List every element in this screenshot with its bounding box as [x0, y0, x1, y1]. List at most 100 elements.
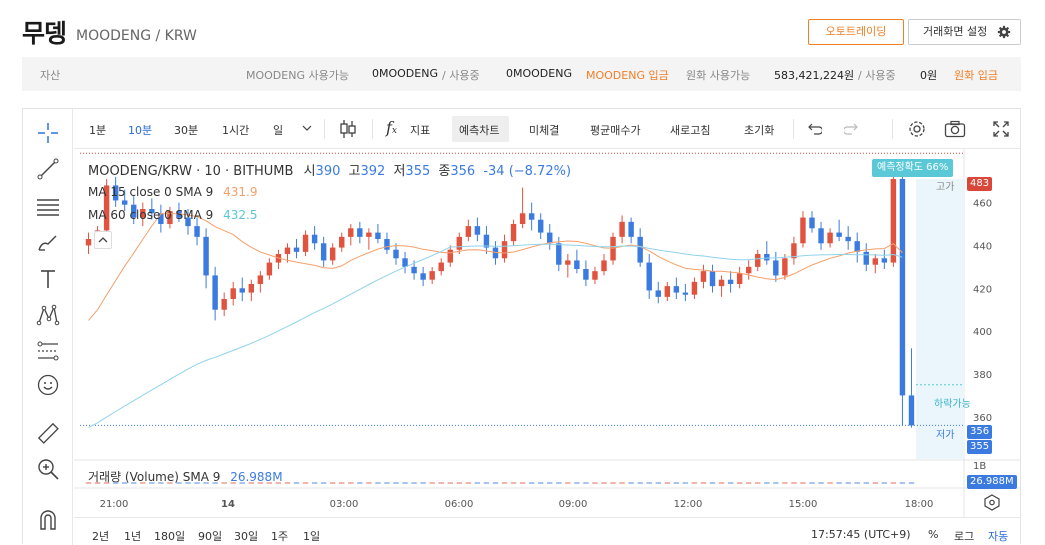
krw-available-label: 원화 사용가능 — [686, 69, 751, 82]
volume-bar — [637, 482, 643, 484]
emoji-icon[interactable] — [36, 373, 60, 397]
volume-bar — [420, 482, 426, 484]
volume-bar — [863, 482, 869, 484]
auto-scale-toggle[interactable]: 자동 — [988, 528, 1008, 544]
candle-body — [809, 217, 815, 229]
forecast-chart-button[interactable]: 예측차트 — [459, 122, 499, 138]
camera-icon[interactable] — [944, 120, 966, 138]
redo-icon[interactable] — [844, 121, 860, 137]
percent-toggle[interactable]: % — [928, 528, 938, 541]
candle-body — [655, 290, 661, 297]
time-tick-label: 15:00 — [789, 499, 818, 510]
chevron-up-icon — [98, 237, 108, 243]
volume-bar — [664, 482, 671, 484]
coin-deposit-link[interactable]: MOODENG 입금 — [586, 67, 669, 83]
legend-high-label: 고 — [348, 164, 361, 179]
candle-body — [302, 234, 309, 252]
volume-bar — [375, 482, 381, 484]
candle-body — [827, 232, 833, 244]
coin-pair: MOODENG / KRW — [76, 28, 197, 44]
unfilled-orders-button[interactable]: 미체결 — [529, 122, 559, 138]
volume-bar — [501, 482, 508, 484]
log-toggle[interactable]: 로그 — [954, 528, 974, 544]
reset-button[interactable]: 초기화 — [744, 122, 774, 138]
possible-drop-chip: 하락가능 — [934, 399, 971, 410]
text-tool-icon[interactable] — [36, 267, 60, 291]
prediction-icon[interactable] — [36, 339, 60, 363]
range-30d[interactable]: 30일 — [234, 528, 258, 544]
interval-30m[interactable]: 30분 — [174, 122, 198, 138]
candle-body — [284, 247, 291, 254]
screen-setting-label: 거래화면 설정 — [923, 25, 988, 38]
range-1d[interactable]: 1일 — [303, 528, 320, 544]
volume-bar — [447, 482, 453, 484]
scale-settings-icon[interactable] — [984, 494, 1000, 511]
volume-bar — [727, 482, 734, 484]
trend-line-icon[interactable] — [36, 157, 60, 181]
candle-body — [194, 226, 200, 237]
candle-style-icon[interactable] — [338, 118, 358, 140]
coin-in-use-value: 0MOODENG — [506, 67, 572, 80]
magnet-icon[interactable] — [36, 507, 60, 531]
candle-body — [212, 275, 218, 310]
avg-buy-price-button[interactable]: 평균매수가 — [590, 122, 641, 138]
volume-bar — [782, 482, 788, 484]
volume-bar — [474, 482, 481, 484]
zoom-in-icon[interactable] — [36, 457, 60, 481]
screen-setting-button[interactable]: 거래화면 설정 — [908, 19, 1021, 45]
candle-body — [248, 284, 255, 293]
fullscreen-icon[interactable] — [992, 120, 1010, 138]
interval-1d[interactable]: 일 — [273, 122, 283, 138]
interval-1h[interactable]: 1시간 — [222, 122, 249, 138]
brush-icon[interactable] — [36, 231, 60, 255]
candle-body — [456, 236, 463, 250]
candle-body — [736, 273, 743, 284]
volume-bar — [890, 482, 897, 484]
toolbar-divider — [892, 119, 893, 139]
coin-available-value: 0MOODENG — [372, 67, 438, 80]
volume-bar — [809, 482, 815, 484]
interval-1m[interactable]: 1분 — [89, 122, 106, 138]
volume-bar — [565, 482, 571, 484]
volume-bar — [908, 482, 915, 484]
chevron-down-icon[interactable] — [302, 123, 312, 133]
range-1y[interactable]: 1년 — [124, 528, 141, 544]
legend-collapse-button[interactable] — [94, 231, 112, 249]
volume-bar — [438, 482, 444, 484]
range-1w[interactable]: 1주 — [271, 528, 288, 544]
volume-bar — [339, 482, 345, 484]
chart-plot-area[interactable]: 460 440 420 400 380 360 1B 21:00 14 03:00 06:00 09:… — [74, 149, 1021, 545]
candle-body — [664, 286, 671, 297]
legend-ma15: MA 15 close 0 SMA 9 431.9 — [88, 185, 257, 199]
fib-lines-icon[interactable] — [36, 195, 60, 219]
indicator-button[interactable]: 지표 — [410, 122, 430, 138]
settings-icon[interactable] — [907, 119, 927, 139]
volume-bar — [601, 482, 607, 484]
auto-trading-button[interactable]: 오토트레이딩 — [808, 19, 904, 45]
time-tick-label: 18:00 — [905, 499, 934, 510]
candle-body — [574, 260, 580, 269]
volume-bar — [764, 482, 770, 484]
candle-body — [637, 236, 643, 263]
legend-close-label: 종 — [438, 164, 451, 179]
price-chart[interactable]: 460 440 420 400 380 360 1B 21:00 14 03:00 06:00 09:… — [74, 149, 1021, 517]
krw-deposit-link[interactable]: 원화 입금 — [954, 67, 998, 83]
volume-bar — [320, 482, 327, 484]
candle-body — [556, 243, 562, 265]
fx-icon[interactable]: fx — [386, 118, 397, 137]
undo-icon[interactable] — [806, 121, 822, 137]
pattern-icon[interactable] — [36, 303, 60, 327]
range-2y[interactable]: 2년 — [92, 528, 109, 544]
crosshair-icon[interactable] — [36, 121, 60, 145]
range-180d[interactable]: 180일 — [154, 528, 185, 544]
ruler-icon[interactable] — [36, 421, 60, 445]
interval-10m[interactable]: 10분 — [128, 122, 152, 138]
volume-bar — [429, 482, 435, 484]
candle-body — [501, 241, 508, 259]
legend-volume-label: 거래량 (Volume) SMA 9 — [88, 470, 221, 484]
volume-bar — [556, 482, 562, 484]
volume-bar — [881, 482, 888, 484]
clock: 17:57:45 (UTC+9) — [811, 528, 911, 541]
refresh-button[interactable]: 새로고침 — [670, 122, 710, 138]
range-90d[interactable]: 90일 — [198, 528, 222, 544]
